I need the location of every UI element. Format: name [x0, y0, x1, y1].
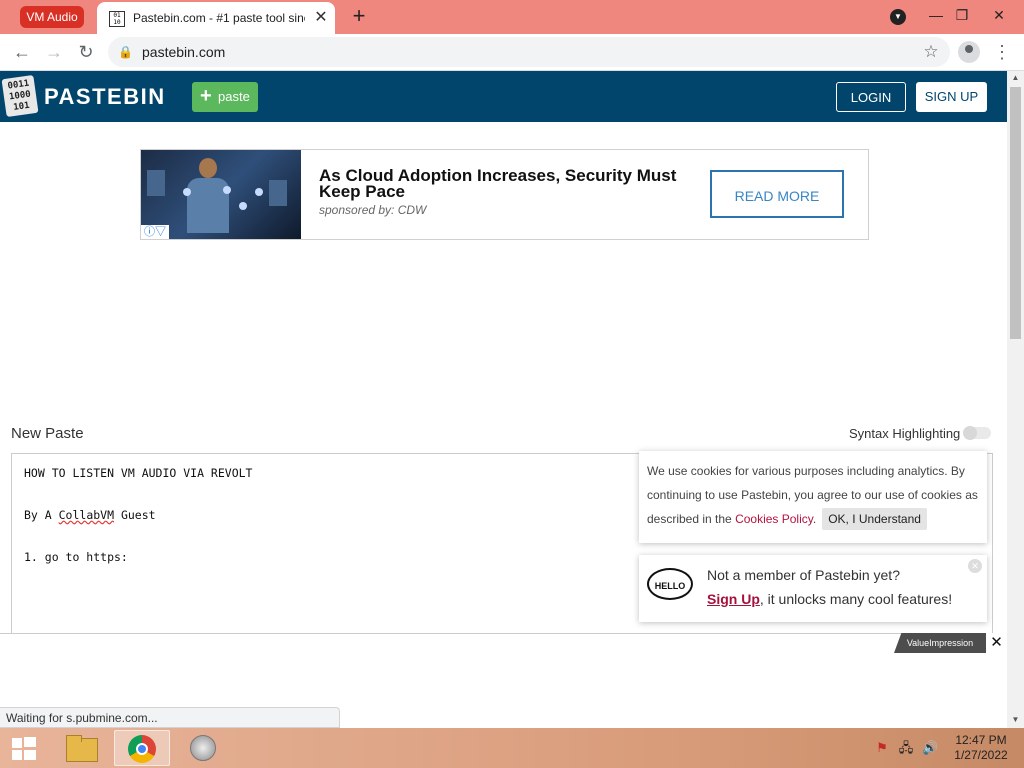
member-question: Not a member of Pastebin yet?: [707, 567, 900, 583]
forward-arrow-icon[interactable]: →: [40, 38, 68, 66]
banner-ad[interactable]: ⓘ▽ As Cloud Adoption Increases, Security…: [140, 149, 869, 240]
minimize-icon[interactable]: —: [922, 4, 950, 26]
hello-speech-bubble-icon: HELLO: [647, 568, 693, 600]
chrome-icon[interactable]: [114, 730, 170, 766]
syntax-highlighting-label: Syntax Highlighting: [849, 426, 961, 441]
member-prompt: HELLO ✕ Not a member of Pastebin yet? Si…: [639, 555, 987, 622]
windows-start-icon[interactable]: [0, 728, 48, 768]
ad-headline[interactable]: As Cloud Adoption Increases, Security Mu…: [319, 167, 689, 200]
code-text: Guest: [114, 508, 156, 522]
member-cta-text: Sign Up, it unlocks many cool features!: [707, 591, 952, 607]
browser-status-bubble: Waiting for s.pubmine.com...: [0, 707, 340, 728]
cookies-policy-link[interactable]: Cookies Policy: [735, 512, 813, 526]
ad-image-dot: [255, 188, 263, 196]
clock-date: 1/27/2022: [954, 748, 1008, 762]
new-paste-heading: New Paste: [11, 425, 84, 442]
new-tab-button[interactable]: +: [346, 4, 372, 30]
signup-button[interactable]: SIGN UP: [916, 82, 987, 112]
ad-sponsor: sponsored by: CDW: [319, 203, 427, 217]
bookmark-star-icon[interactable]: ☆: [920, 41, 942, 63]
bottom-ad-close-icon[interactable]: ✕: [986, 633, 1007, 653]
member-signup-link[interactable]: Sign Up: [707, 591, 760, 607]
spellcheck-word: CollabVM: [58, 508, 115, 522]
page-viewport: 0011 1000 101 PASTEBIN + paste LOGIN SIGN …: [0, 71, 1007, 728]
profile-avatar-icon[interactable]: [958, 41, 980, 63]
code-line: HOW TO LISTEN VM AUDIO VIA REVOLT: [24, 466, 253, 480]
ad-image[interactable]: ⓘ▽: [141, 150, 301, 239]
ad-image-panel: [147, 170, 165, 196]
cookie-notice: We use cookies for various purposes incl…: [639, 451, 987, 543]
tab-strip: VM Audio 01101 Pastebin.com - #1 paste t…: [0, 0, 1024, 34]
volume-icon[interactable]: 🔊: [922, 740, 938, 756]
tab-close-icon[interactable]: ✕: [311, 8, 331, 28]
file-explorer-icon[interactable]: [54, 730, 110, 766]
member-cta-rest: , it unlocks many cool features!: [759, 591, 953, 607]
toggle-knob: [963, 426, 977, 440]
menu-kebab-icon[interactable]: ⋮: [990, 38, 1014, 66]
cookie-text: We use cookies for various purposes incl…: [647, 459, 982, 531]
member-prompt-close-icon[interactable]: ✕: [968, 559, 982, 573]
url-text[interactable]: pastebin.com: [142, 44, 225, 60]
ad-read-more-button[interactable]: READ MORE: [710, 170, 844, 218]
address-bar[interactable]: 🔒 pastebin.com ☆: [108, 37, 950, 67]
action-center-flag-icon[interactable]: ⚑: [874, 740, 890, 756]
ad-image-dot: [183, 188, 191, 196]
ad-choices-icon[interactable]: ⓘ▽: [141, 225, 169, 239]
code-line: By A CollabVM Guest: [24, 508, 156, 522]
page-scrollbar[interactable]: ▲ ▼: [1007, 71, 1024, 728]
pastebin-logo-icon[interactable]: 0011 1000 101: [1, 74, 39, 118]
speaker-app-icon[interactable]: [176, 730, 232, 766]
tab-group-chip[interactable]: VM Audio: [20, 6, 84, 28]
scroll-up-icon[interactable]: ▲: [1007, 71, 1024, 85]
site-header: 0011 1000 101 PASTEBIN + paste LOGIN SIGN …: [0, 71, 1007, 122]
tab-search-icon[interactable]: ▼: [890, 9, 906, 25]
windows-taskbar: ⚑ 🖧 🔊 12:47 PM 1/27/2022: [0, 728, 1024, 768]
scroll-down-icon[interactable]: ▼: [1007, 713, 1024, 727]
scrollbar-thumb[interactable]: [1010, 87, 1021, 339]
active-tab[interactable]: 01101 Pastebin.com - #1 paste tool since…: [97, 2, 335, 34]
valueimpression-badge[interactable]: ValueImpression: [894, 633, 986, 653]
back-arrow-icon[interactable]: ←: [8, 38, 36, 66]
pastebin-favicon-icon: 01101: [109, 11, 125, 27]
taskbar-clock[interactable]: 12:47 PM 1/27/2022: [948, 733, 1014, 763]
reload-icon[interactable]: ↻: [72, 38, 100, 66]
ad-image-dot: [239, 202, 247, 210]
clock-time: 12:47 PM: [955, 733, 1007, 747]
network-icon[interactable]: 🖧: [898, 740, 914, 756]
lock-icon[interactable]: 🔒: [118, 44, 133, 60]
login-button[interactable]: LOGIN: [836, 82, 906, 112]
new-paste-label: paste: [218, 89, 250, 104]
ad-person-figure: [183, 158, 233, 233]
window-close-icon[interactable]: ✕: [985, 4, 1013, 26]
site-logo-text[interactable]: PASTEBIN: [44, 84, 166, 110]
tab-title: Pastebin.com - #1 paste tool since 2002!: [133, 11, 305, 25]
code-line: 1. go to https:: [24, 550, 128, 564]
restore-icon[interactable]: ❐: [948, 4, 976, 26]
syntax-highlighting-toggle[interactable]: [963, 426, 991, 440]
cookie-period: .: [812, 512, 817, 526]
code-text: By A: [24, 508, 59, 522]
ad-image-panel: [269, 180, 287, 206]
ad-image-dot: [223, 186, 231, 194]
new-paste-button[interactable]: + paste: [192, 82, 258, 112]
browser-toolbar: ← → ↻ 🔒 pastebin.com ☆ ⋮: [0, 34, 1024, 71]
plus-icon: +: [200, 85, 212, 107]
cookie-ok-button[interactable]: OK, I Understand: [822, 508, 927, 530]
